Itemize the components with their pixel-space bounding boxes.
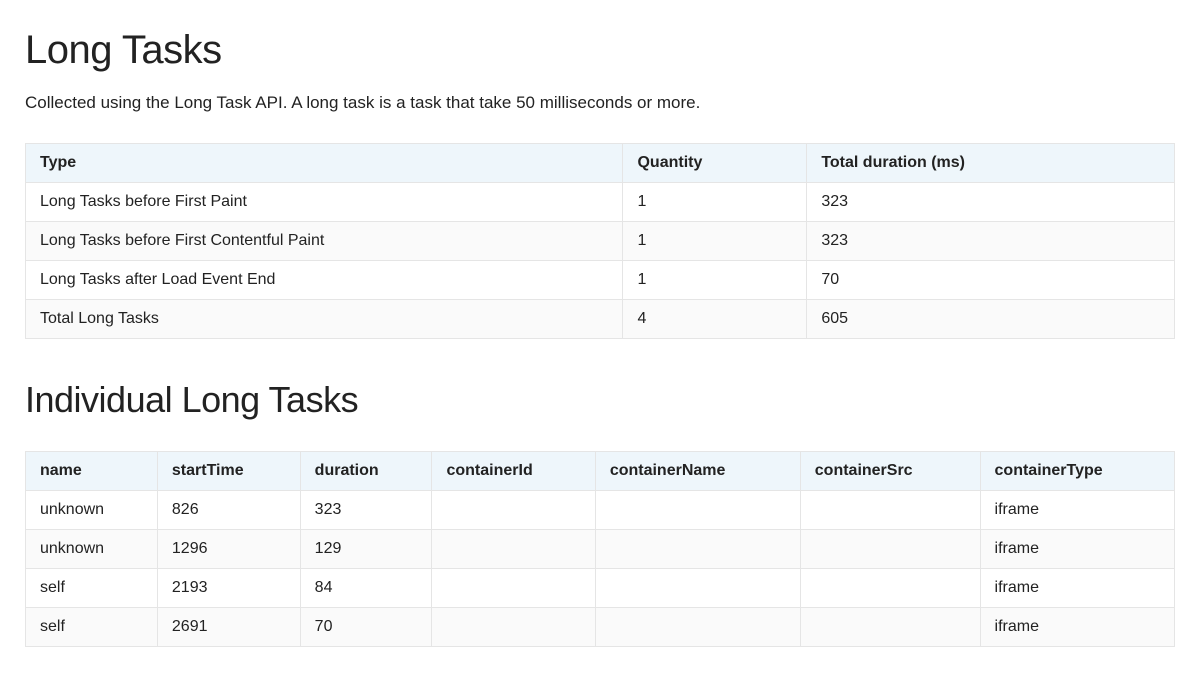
cell-containername	[595, 608, 800, 647]
cell-containertype: iframe	[980, 569, 1174, 608]
cell-starttime: 2193	[157, 569, 300, 608]
col-name: name	[26, 452, 158, 491]
table-header-row: name startTime duration containerId cont…	[26, 452, 1175, 491]
cell-quantity: 4	[623, 300, 807, 339]
page-description: Collected using the Long Task API. A lon…	[25, 93, 1175, 113]
table-row: unknown 1296 129 iframe	[26, 530, 1175, 569]
col-starttime: startTime	[157, 452, 300, 491]
cell-name: self	[26, 569, 158, 608]
cell-containersrc	[800, 530, 980, 569]
table-row: Long Tasks before First Contentful Paint…	[26, 222, 1175, 261]
col-duration: duration	[300, 452, 432, 491]
cell-starttime: 2691	[157, 608, 300, 647]
cell-quantity: 1	[623, 261, 807, 300]
col-containertype: containerType	[980, 452, 1174, 491]
cell-name: self	[26, 608, 158, 647]
summary-table: Type Quantity Total duration (ms) Long T…	[25, 143, 1175, 339]
cell-type: Total Long Tasks	[26, 300, 623, 339]
cell-duration: 70	[300, 608, 432, 647]
table-row: self 2691 70 iframe	[26, 608, 1175, 647]
cell-duration: 323	[300, 491, 432, 530]
cell-duration: 70	[807, 261, 1175, 300]
cell-containersrc	[800, 569, 980, 608]
col-type: Type	[26, 144, 623, 183]
cell-duration: 323	[807, 183, 1175, 222]
cell-containerid	[432, 608, 595, 647]
table-row: Long Tasks after Load Event End 1 70	[26, 261, 1175, 300]
individual-heading: Individual Long Tasks	[25, 379, 1175, 421]
cell-duration: 129	[300, 530, 432, 569]
cell-containersrc	[800, 608, 980, 647]
page-heading: Long Tasks	[25, 28, 1175, 73]
table-header-row: Type Quantity Total duration (ms)	[26, 144, 1175, 183]
cell-containername	[595, 491, 800, 530]
col-containersrc: containerSrc	[800, 452, 980, 491]
cell-starttime: 1296	[157, 530, 300, 569]
cell-duration: 84	[300, 569, 432, 608]
cell-type: Long Tasks before First Contentful Paint	[26, 222, 623, 261]
col-total-duration: Total duration (ms)	[807, 144, 1175, 183]
table-row: self 2193 84 iframe	[26, 569, 1175, 608]
cell-containertype: iframe	[980, 530, 1174, 569]
cell-quantity: 1	[623, 222, 807, 261]
table-row: unknown 826 323 iframe	[26, 491, 1175, 530]
cell-type: Long Tasks before First Paint	[26, 183, 623, 222]
cell-starttime: 826	[157, 491, 300, 530]
cell-containertype: iframe	[980, 491, 1174, 530]
col-quantity: Quantity	[623, 144, 807, 183]
cell-name: unknown	[26, 530, 158, 569]
individual-table: name startTime duration containerId cont…	[25, 451, 1175, 647]
cell-containerid	[432, 530, 595, 569]
cell-duration: 323	[807, 222, 1175, 261]
cell-containername	[595, 569, 800, 608]
cell-containerid	[432, 491, 595, 530]
table-row: Long Tasks before First Paint 1 323	[26, 183, 1175, 222]
cell-containertype: iframe	[980, 608, 1174, 647]
col-containername: containerName	[595, 452, 800, 491]
col-containerid: containerId	[432, 452, 595, 491]
cell-name: unknown	[26, 491, 158, 530]
cell-type: Long Tasks after Load Event End	[26, 261, 623, 300]
cell-containerid	[432, 569, 595, 608]
cell-containername	[595, 530, 800, 569]
cell-duration: 605	[807, 300, 1175, 339]
table-row: Total Long Tasks 4 605	[26, 300, 1175, 339]
cell-containersrc	[800, 491, 980, 530]
cell-quantity: 1	[623, 183, 807, 222]
